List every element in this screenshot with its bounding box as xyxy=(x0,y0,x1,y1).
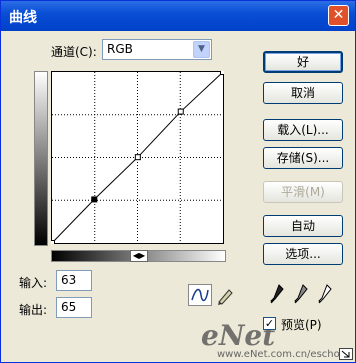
title-bar[interactable]: 曲线 ✕ xyxy=(1,1,355,31)
curve-point-selected[interactable] xyxy=(91,196,98,203)
channel-value: RGB xyxy=(107,42,133,56)
cancel-button[interactable]: 取消 xyxy=(263,82,343,104)
watermark-url: www.eNet.com.cn/eschool xyxy=(217,349,349,360)
black-eyedropper-icon[interactable] xyxy=(269,283,285,305)
gradient-toggle-button[interactable]: ◀▶ xyxy=(130,250,148,262)
white-eyedropper-icon[interactable] xyxy=(317,283,333,305)
curve-point[interactable] xyxy=(134,154,141,161)
channel-label: 通道(C): xyxy=(51,45,97,59)
input-field[interactable]: 63 xyxy=(56,270,92,291)
ok-button[interactable]: 好 xyxy=(263,51,343,73)
curve-point[interactable] xyxy=(220,71,225,75)
load-button[interactable]: 载入(L)... xyxy=(263,119,343,141)
collapse-icon[interactable] xyxy=(339,348,353,360)
curves-dialog: 曲线 ✕ 通道(C): RGB ▼ ◀▶ 输入: 63 输出: 65 好 取消 … xyxy=(0,0,356,363)
input-label: 输入: xyxy=(19,276,48,290)
curve-point[interactable] xyxy=(177,108,184,115)
curve-point[interactable] xyxy=(51,240,55,245)
chevron-down-icon[interactable]: ▼ xyxy=(193,41,210,58)
curve-tool-button[interactable] xyxy=(188,284,212,306)
pencil-tool-button[interactable] xyxy=(215,284,235,306)
output-field[interactable]: 65 xyxy=(56,297,92,318)
options-button[interactable]: 选项... xyxy=(263,243,343,265)
channel-select[interactable]: RGB ▼ xyxy=(102,39,212,60)
save-button[interactable]: 存储(S)... xyxy=(263,147,343,169)
output-gradient-bar xyxy=(34,71,48,246)
auto-button[interactable]: 自动 xyxy=(263,215,343,237)
window-title: 曲线 xyxy=(9,10,37,26)
curve-icon xyxy=(191,288,209,302)
pencil-icon xyxy=(218,289,233,305)
preview-label: 预览(P) xyxy=(281,318,322,332)
output-label: 输出: xyxy=(19,303,48,317)
gray-eyedropper-icon[interactable] xyxy=(293,283,309,305)
preview-checkbox[interactable]: ✓ xyxy=(263,317,276,330)
curve-graph[interactable] xyxy=(51,71,224,244)
smooth-button[interactable]: 平滑(M) xyxy=(263,181,343,203)
close-button[interactable]: ✕ xyxy=(328,5,349,26)
